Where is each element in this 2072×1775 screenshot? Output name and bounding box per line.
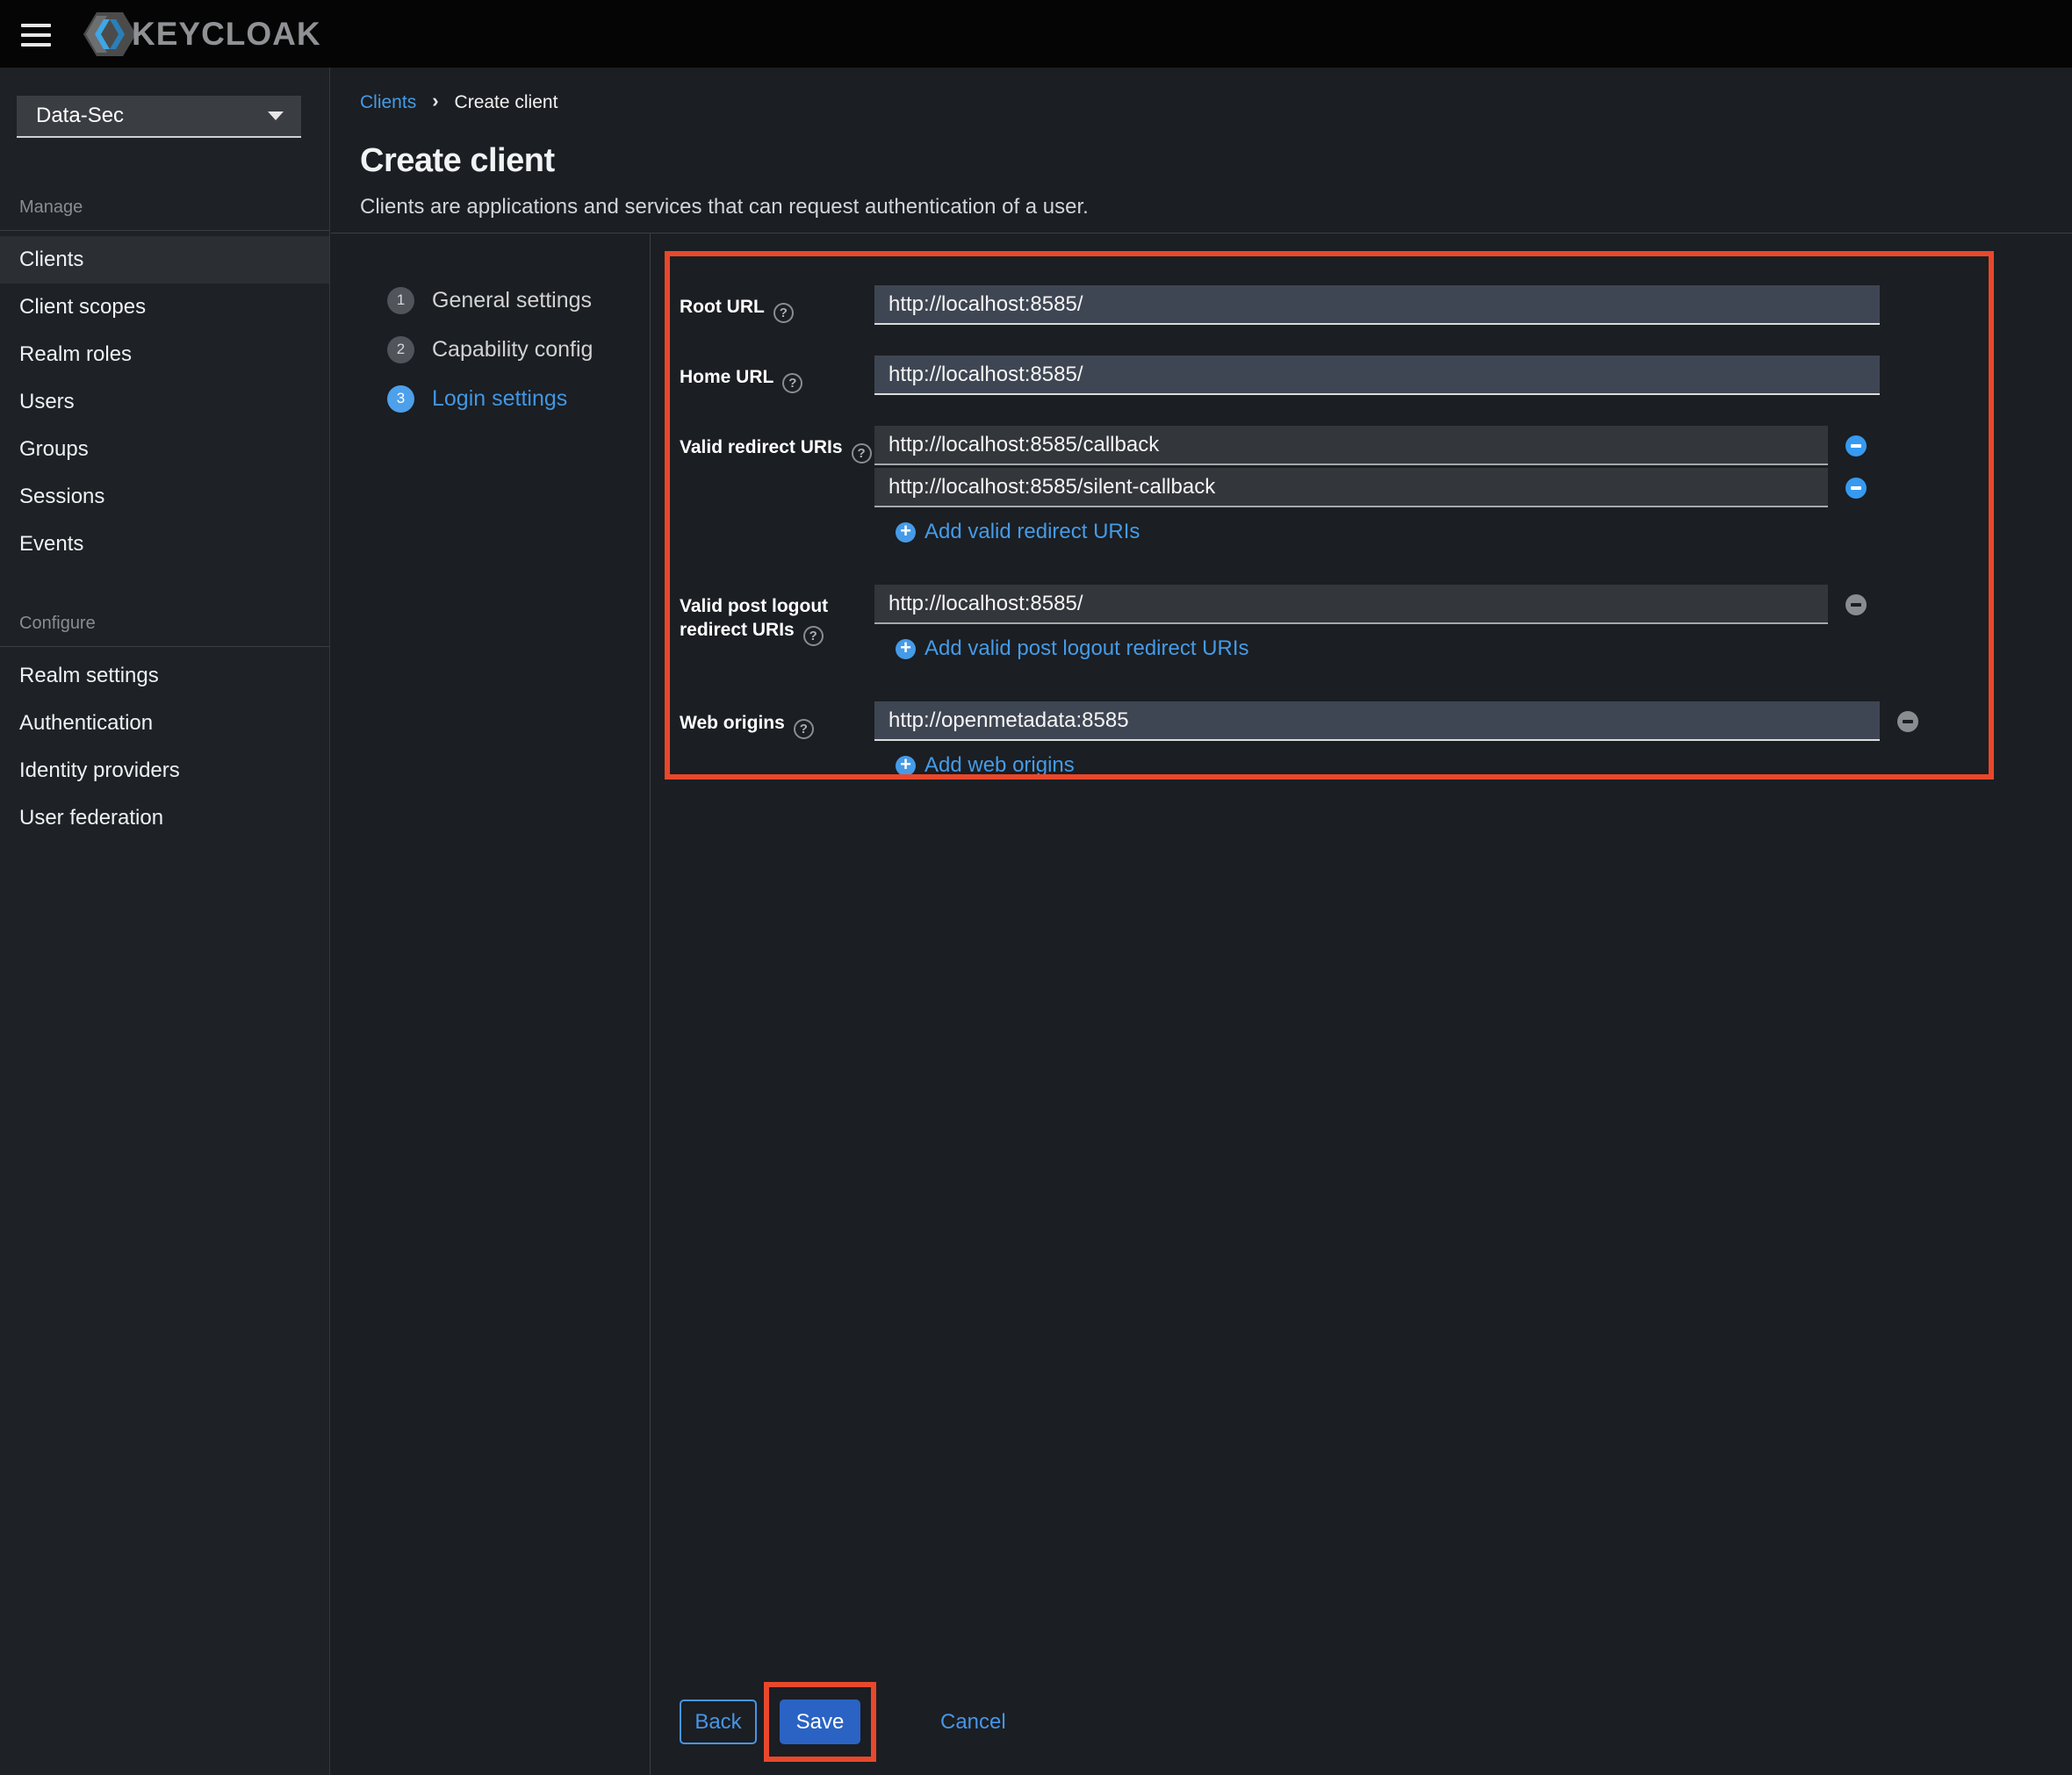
sidebar-item-clients[interactable]: Clients <box>0 236 329 284</box>
wizard-step-capability-config[interactable]: 2 Capability config <box>331 325 650 374</box>
step-label: General settings <box>432 287 593 313</box>
sidebar-item-client-scopes[interactable]: Client scopes <box>0 284 329 331</box>
root-url-input[interactable] <box>874 285 1880 325</box>
redirect-uri-input-2[interactable] <box>874 468 1828 507</box>
sidebar-item-user-federation[interactable]: User federation <box>0 794 329 842</box>
login-settings-form: Root URL Home URL <box>680 285 1961 818</box>
post-logout-label: Valid post logout redirect URIs <box>680 596 828 646</box>
remove-redirect-uri-1-icon[interactable] <box>1845 435 1867 456</box>
nav-group-manage-label: Manage <box>19 198 83 217</box>
breadcrumb-clients-link[interactable]: Clients <box>360 92 416 113</box>
sidebar-item-users[interactable]: Users <box>0 378 329 426</box>
help-icon[interactable] <box>851 443 872 464</box>
web-origins-input[interactable] <box>874 701 1880 741</box>
wizard-footer: Back Save Cancel <box>680 1682 1006 1762</box>
page-title: Create client <box>360 142 555 179</box>
wizard-nav: 1 General settings 2 Capability config 3… <box>331 234 651 1775</box>
remove-web-origin-icon[interactable] <box>1897 710 1918 732</box>
keycloak-logo[interactable]: KEYCLOAK <box>83 11 321 58</box>
redirect-uri-input-1[interactable] <box>874 426 1828 465</box>
step-number-badge: 1 <box>387 286 414 314</box>
cancel-button[interactable]: Cancel <box>940 1710 1006 1735</box>
sidebar-item-realm-roles[interactable]: Realm roles <box>0 331 329 378</box>
valid-redirect-uris-label: Valid redirect URIs <box>680 437 843 457</box>
sidebar-item-events[interactable]: Events <box>0 521 329 568</box>
add-valid-redirect-uris-link[interactable]: Add valid redirect URIs <box>896 520 1140 544</box>
wizard-content: Root URL Home URL <box>651 234 2072 1775</box>
add-web-origins-link[interactable]: Add web origins <box>896 753 1075 778</box>
configure-nav: Realm settings Authentication Identity p… <box>0 652 329 842</box>
step-label: Capability config <box>432 336 594 362</box>
main-content: Clients Create client Create client Clie… <box>331 68 2072 1775</box>
wizard-step-general-settings[interactable]: 1 General settings <box>331 276 650 325</box>
root-url-label: Root URL <box>680 297 765 317</box>
remove-redirect-uri-2-icon[interactable] <box>1845 477 1867 499</box>
page-header: Clients Create client Create client Clie… <box>331 68 2072 234</box>
nav-group-configure-label: Configure <box>19 614 96 633</box>
wizard-step-login-settings[interactable]: 3 Login settings <box>331 374 650 423</box>
breadcrumb: Clients Create client <box>360 91 2072 114</box>
remove-post-logout-uri-icon[interactable] <box>1845 593 1867 615</box>
divider <box>0 646 329 647</box>
valid-redirect-uris-row: Valid redirect URIs Add valid redirect U… <box>680 426 1961 544</box>
annotation-box-save: Save <box>764 1682 876 1762</box>
home-url-row: Home URL <box>680 356 1961 395</box>
home-url-input[interactable] <box>874 356 1880 395</box>
help-icon[interactable] <box>773 303 794 323</box>
topbar: KEYCLOAK <box>0 0 2072 68</box>
back-button[interactable]: Back <box>680 1700 757 1744</box>
post-logout-uri-input[interactable] <box>874 585 1828 624</box>
step-number-badge: 2 <box>387 335 414 363</box>
page-subtitle: Clients are applications and services th… <box>360 195 1089 219</box>
brand-text: KEYCLOAK <box>132 15 321 52</box>
create-client-wizard: 1 General settings 2 Capability config 3… <box>331 234 2072 1775</box>
web-origins-label: Web origins <box>680 713 785 733</box>
plus-circle-icon <box>896 755 916 776</box>
web-origins-row: Web origins Add web origins <box>680 701 1961 778</box>
realm-name: Data-Sec <box>36 104 125 127</box>
sidebar: Data-Sec Manage Clients Client scopes Re… <box>0 68 330 1775</box>
post-logout-uris-row: Valid post logout redirect URIs Add vali… <box>680 585 1961 661</box>
plus-circle-icon <box>896 638 916 659</box>
sidebar-item-groups[interactable]: Groups <box>0 426 329 473</box>
step-label: Login settings <box>432 385 568 411</box>
hamburger-menu-icon[interactable] <box>21 23 51 47</box>
add-post-logout-uris-link[interactable]: Add valid post logout redirect URIs <box>896 636 1249 661</box>
add-link-label: Add valid redirect URIs <box>924 520 1140 543</box>
help-icon[interactable] <box>802 626 824 646</box>
divider <box>0 230 329 231</box>
sidebar-item-authentication[interactable]: Authentication <box>0 700 329 747</box>
realm-selector[interactable]: Data-Sec <box>17 96 301 138</box>
chevron-down-icon <box>268 111 284 120</box>
home-url-label: Home URL <box>680 367 774 387</box>
keycloak-logo-icon <box>83 11 137 58</box>
sidebar-item-sessions[interactable]: Sessions <box>0 473 329 521</box>
help-icon[interactable] <box>793 719 814 739</box>
plus-circle-icon <box>896 521 916 543</box>
sidebar-item-identity-providers[interactable]: Identity providers <box>0 747 329 794</box>
breadcrumb-separator-icon <box>432 91 438 114</box>
step-number-badge: 3 <box>387 384 414 413</box>
breadcrumb-current: Create client <box>454 92 558 112</box>
root-url-row: Root URL <box>680 285 1961 325</box>
manage-nav: Clients Client scopes Realm roles Users … <box>0 236 329 568</box>
save-button[interactable]: Save <box>780 1700 860 1744</box>
add-link-label: Add web origins <box>924 753 1075 777</box>
add-link-label: Add valid post logout redirect URIs <box>924 636 1249 660</box>
sidebar-item-realm-settings[interactable]: Realm settings <box>0 652 329 700</box>
help-icon[interactable] <box>782 373 803 393</box>
